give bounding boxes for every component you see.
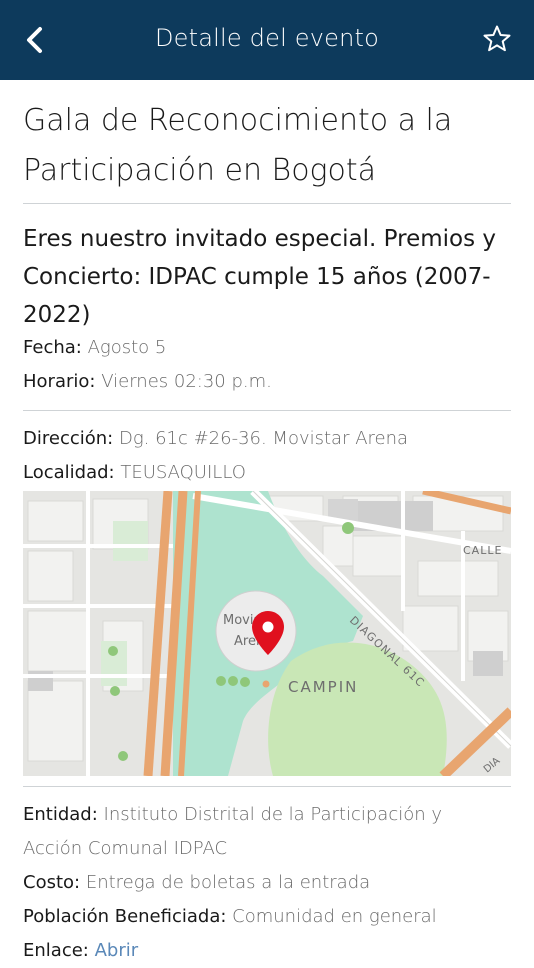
page-title: Detalle del evento xyxy=(154,24,380,52)
locality-value: TEUSAQUILLO xyxy=(120,462,246,483)
link-row: Enlace: Abrir xyxy=(23,934,534,968)
address-value: Dg. 61c #26-36. Movistar Arena xyxy=(118,428,409,449)
cost-label: Costo: xyxy=(23,872,81,893)
entity-label: Entidad: xyxy=(23,804,98,825)
map-canvas: Movistar Arena CAMPIN CALLE DIAGONAL 61C… xyxy=(23,491,511,776)
event-description: Eres nuestro invitado especial. Premios … xyxy=(23,226,496,328)
entity-row: Entidad: Instituto Distrital de la Parti… xyxy=(23,798,503,866)
event-map[interactable]: Movistar Arena CAMPIN CALLE DIAGONAL 61C… xyxy=(23,491,511,776)
cost-row: Costo: Entrega de boletas a la entrada xyxy=(23,866,534,900)
locality-row: Localidad: TEUSAQUILLO xyxy=(23,456,534,490)
time-row: Horario: Viernes 02:30 p.m. xyxy=(23,365,534,399)
address-label: Dirección: xyxy=(23,428,114,449)
population-row: Población Beneficiada: Comunidad en gene… xyxy=(23,900,534,934)
cost-value: Entrega de boletas a la entrada xyxy=(85,872,371,893)
divider xyxy=(23,410,511,411)
divider xyxy=(23,203,511,204)
population-value: Comunidad en general xyxy=(232,906,437,927)
population-label: Población Beneficiada: xyxy=(23,906,227,927)
event-title: Gala de Reconocimiento a la Participació… xyxy=(23,103,453,188)
time-label: Horario: xyxy=(23,371,96,392)
star-outline-icon[interactable] xyxy=(482,24,512,54)
divider xyxy=(23,786,511,787)
time-value: Viernes 02:30 p.m. xyxy=(101,371,272,392)
map-label-park: CAMPIN xyxy=(288,678,358,696)
map-label-calle: CALLE xyxy=(463,544,502,557)
date-label: Fecha: xyxy=(23,337,82,358)
open-link[interactable]: Abrir xyxy=(95,940,139,961)
date-row: Fecha: Agosto 5 xyxy=(23,331,534,365)
app-header: Detalle del evento xyxy=(0,0,534,80)
address-row: Dirección: Dg. 61c #26-36. Movistar Aren… xyxy=(23,422,534,456)
link-label: Enlace: xyxy=(23,940,89,961)
date-value: Agosto 5 xyxy=(87,337,167,358)
locality-label: Localidad: xyxy=(23,462,115,483)
